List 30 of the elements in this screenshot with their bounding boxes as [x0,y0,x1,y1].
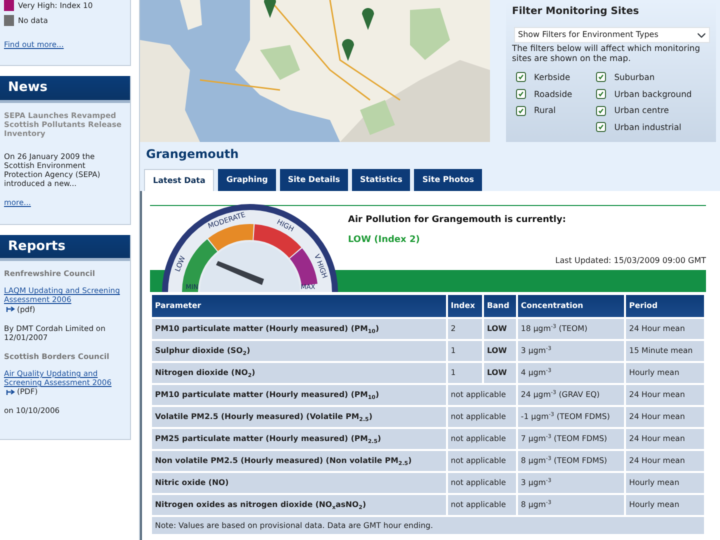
external-link-icon[interactable] [6,306,15,313]
tab[interactable]: Site Photos [414,169,482,191]
checkbox-label[interactable]: Urban centre [614,104,669,117]
tab[interactable]: Latest Data [144,169,214,191]
checkbox-label[interactable]: Kerbside [534,71,570,84]
tab[interactable]: Graphing [218,169,276,191]
checkbox-label[interactable]: Rural [534,104,556,117]
filter-note: The filters below will affect which monitoring sites are shown on the map. [512,43,702,64]
filter-type-select[interactable]: Show Filters for Environment Types [514,27,710,43]
section-header: News [0,76,130,103]
panel-title: Filter Monitoring Sites [512,5,640,19]
last-updated: Last Updated: 15/03/2009 09:00 GMT [554,255,706,267]
checkbox[interactable] [516,89,526,100]
checkbox-label[interactable]: Urban industrial [614,120,682,134]
checkbox[interactable] [596,89,606,100]
checkbox[interactable] [596,72,606,82]
checkbox[interactable] [516,106,526,116]
checkbox[interactable] [596,122,606,132]
checkbox-label[interactable]: Suburban [614,71,655,84]
tab[interactable]: Site Details [280,169,348,191]
checkbox[interactable] [516,72,526,82]
section-header: Reports [0,234,130,262]
status-heading: Air Pollution for Grangemouth is currently: [348,214,567,227]
tab[interactable]: Statistics [352,169,410,191]
external-link-icon[interactable] [6,388,15,396]
checkbox[interactable] [596,106,606,116]
checkbox-label[interactable]: Urban background [614,88,692,100]
site-title: Grangemouth [145,146,240,163]
status-value: LOW (Index 2) [348,234,421,246]
checkbox-label[interactable]: Roadside [534,88,572,100]
